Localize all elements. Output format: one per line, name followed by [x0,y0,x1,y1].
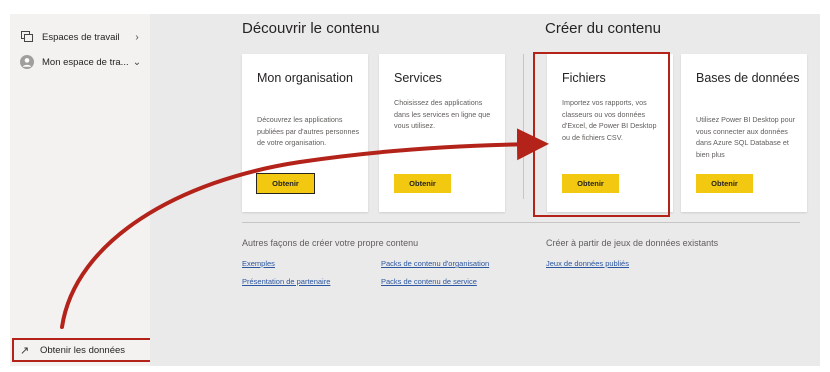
sidebar-item-my-workspace[interactable]: Mon espace de tra... ⌄ [10,51,150,73]
link-service-content-packs[interactable]: Packs de contenu de service [381,277,477,286]
discover-title: Découvrir le contenu [242,20,380,37]
card-description: Découvrez les applications publiées par … [257,115,360,147]
chevron-right-icon: › [135,31,139,43]
sidebar-item-label: Espaces de travail [42,31,120,43]
card-title: Mon organisation [257,71,353,85]
card-services: Services Choisissez des applications dan… [379,54,505,212]
link-organisation-content-packs[interactable]: Packs de contenu d'organisation [381,259,489,268]
datasets-title: Créer à partir de jeux de données exista… [546,238,719,248]
get-data-button[interactable]: ↗ Obtenir les données [12,338,155,362]
horizontal-divider [242,222,800,223]
sidebar: Espaces de travail › Mon espace de tra..… [10,14,155,366]
get-data-label: Obtenir les données [40,344,126,356]
card-title: Services [394,71,442,85]
files-highlight-box [533,52,670,217]
app-frame: Espaces de travail › Mon espace de tra..… [10,14,820,366]
get-services-button[interactable]: Obtenir [394,174,451,193]
link-partner-showcase[interactable]: Présentation de partenaire [242,277,330,286]
card-databases: Bases de données Utilisez Power BI Deskt… [681,54,807,212]
get-databases-button[interactable]: Obtenir [696,174,753,193]
avatar-icon [20,55,34,69]
link-published-datasets[interactable]: Jeux de données publiés [546,259,629,268]
card-description: Utilisez Power BI Desktop pour vous conn… [696,115,796,159]
arrow-up-right-icon: ↗ [20,344,30,357]
get-organisation-button[interactable]: Obtenir [256,173,315,194]
sidebar-item-label: Mon espace de tra... [42,56,129,68]
chevron-down-icon: ⌄ [132,56,142,68]
link-samples[interactable]: Exemples [242,259,275,268]
other-ways-title: Autres façons de créer votre propre cont… [242,238,419,248]
card-description: Choisissez des applications dans les ser… [394,98,491,130]
section-divider [523,54,524,199]
main-content: Découvrir le contenu Créer du contenu Mo… [150,14,820,366]
create-title: Créer du contenu [545,20,661,37]
workspaces-icon [20,30,34,44]
card-my-organisation: Mon organisation Découvrez les applicati… [242,54,368,212]
card-title: Bases de données [696,71,800,85]
sidebar-item-workspaces[interactable]: Espaces de travail › [10,26,150,48]
